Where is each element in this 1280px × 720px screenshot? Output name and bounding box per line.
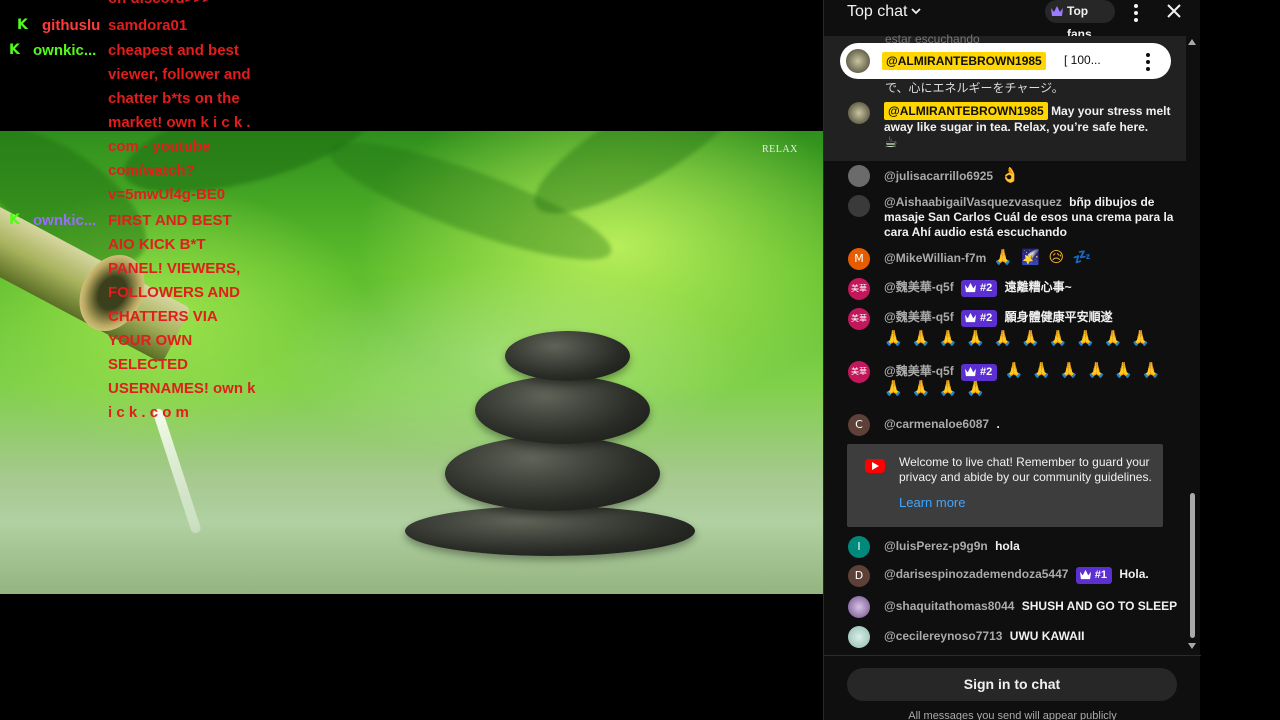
crown-icon (965, 282, 977, 293)
message-text: . (996, 417, 1000, 431)
message-text: 遠離糟心事~ (1004, 280, 1072, 294)
message-body: @AishaabigailVasquezvasquez bñp dibujos … (884, 195, 1178, 240)
avatar (848, 195, 870, 217)
message-body: @魏美華-q5f #2 🙏 🙏 🙏 🙏 🙏 🙏 🙏 🙏 🙏 🙏 (884, 363, 1178, 397)
zen-stone (445, 436, 660, 511)
message-author[interactable]: @shaquitathomas8044 (884, 599, 1014, 613)
channel-logo: RELAX (762, 144, 798, 155)
avatar (848, 165, 870, 187)
pinned-author[interactable]: @ALMIRANTEBROWN1985 (882, 52, 1046, 70)
kick-icon: K (9, 212, 20, 228)
zen-stone (505, 331, 630, 381)
chevron-down-icon[interactable] (910, 5, 922, 17)
message-body: @魏美華-q5f #2 遠離糟心事~ (884, 280, 1178, 297)
praying-hands-icon: 🙏 🙏 🙏 🙏 🙏 🙏 🙏 🙏 🙏 🙏 (884, 329, 1152, 347)
kick-icon: K (17, 17, 28, 33)
live-chat-panel: Top chat Top fans estar escuchando で、心にエ… (823, 0, 1201, 720)
rank-badge: #2 (961, 364, 998, 381)
overlay-username: ownkic... (33, 42, 97, 59)
avatar: D (848, 565, 870, 587)
faded-message-text: で、心にエネルギーをチャージ。 (885, 81, 1064, 95)
scroll-up-icon[interactable] (1188, 39, 1196, 45)
close-icon[interactable] (1164, 1, 1184, 21)
more-options-icon[interactable] (1134, 4, 1138, 25)
message-author[interactable]: @carmenaloe6087 (884, 417, 989, 431)
crown-icon (965, 366, 977, 377)
footer-note: All messages you send will appear public… (908, 710, 1117, 720)
avatar: 美華 (848, 361, 870, 383)
rank-label: #2 (980, 282, 993, 294)
message-body: @shaquitathomas8044 SHUSH AND GO TO SLEE… (884, 599, 1178, 614)
emoji-group: 🙏 🌠 😥 💤 (993, 248, 1094, 266)
crown-icon (1079, 569, 1091, 580)
message-text: hola (995, 539, 1020, 553)
message-author[interactable]: @cecilereynoso7713 (884, 629, 1002, 643)
message-author[interactable]: @MikeWillian-f7m (884, 251, 986, 265)
avatar (848, 626, 870, 648)
rank-label: #2 (980, 366, 993, 378)
kick-icon: K (9, 42, 20, 58)
overlay-message-partial: on discord>>> (108, 0, 258, 11)
message-author[interactable]: @魏美華-q5f (884, 280, 954, 294)
message-text: UWU KAWAII (1009, 629, 1085, 643)
overlay-message: cheapest and best viewer, follower and c… (108, 42, 251, 203)
overlay-message: samdora01 (108, 17, 188, 34)
pinned-preview: [ 100... (1064, 53, 1101, 67)
learn-more-link[interactable]: Learn more (899, 495, 965, 510)
rank-badge: #2 (961, 280, 998, 297)
avatar: C (848, 414, 870, 436)
sign-in-button[interactable]: Sign in to chat (847, 668, 1177, 701)
avatar (848, 102, 870, 124)
crown-icon (965, 312, 977, 323)
avatar: 美華 (848, 308, 870, 330)
welcome-text: Welcome to live chat! Remember to guard … (899, 455, 1152, 484)
avatar (846, 49, 870, 73)
cup-icon: ☕ (884, 133, 900, 151)
zen-stone (475, 376, 650, 444)
message-body: @魏美華-q5f #2 願身體健康平安順遂 🙏 🙏 🙏 🙏 🙏 🙏 🙏 🙏 🙏 … (884, 310, 1178, 346)
rank-label: #1 (1094, 569, 1108, 581)
zen-stone (405, 506, 695, 556)
overlay-message: FIRST AND BEST AIO KICK B*T PANEL! VIEWE… (108, 212, 256, 421)
message-body: @ALMIRANTEBROWN1985 May your stress melt… (884, 102, 1178, 150)
ok-hand-icon: 👌 (1000, 166, 1022, 184)
top-fans-button[interactable]: Top fans (1045, 0, 1115, 41)
message-body: @darisespinozademendoza5447 #1 Hola. (884, 567, 1178, 584)
message-body: @cecilereynoso7713 UWU KAWAII (884, 629, 1178, 644)
avatar: 美華 (848, 278, 870, 300)
message-text: Hola. (1119, 567, 1149, 581)
divider (824, 655, 1201, 656)
message-author[interactable]: @魏美華-q5f (884, 310, 954, 324)
avatar: M (848, 248, 870, 270)
message-author[interactable]: @julisacarrillo6925 (884, 169, 993, 183)
overlay-username: ownkic... (33, 212, 97, 229)
youtube-icon (865, 459, 885, 473)
message-body: @julisacarrillo6925 👌 (884, 168, 1178, 184)
avatar: I (848, 536, 870, 558)
avatar (848, 596, 870, 618)
rank-badge: #1 (1075, 567, 1113, 584)
rank-label: #2 (980, 312, 993, 324)
chat-mode-selector[interactable]: Top chat (847, 3, 907, 21)
message-author[interactable]: @luisPerez-p9g9n (884, 539, 988, 553)
chat-scrollbar[interactable] (1186, 36, 1198, 650)
message-author[interactable]: @AishaabigailVasquezvasquez (884, 195, 1062, 209)
message-body: @MikeWillian-f7m 🙏 🌠 😥 💤 (884, 250, 1178, 266)
pinned-banner[interactable]: @ALMIRANTEBROWN1985 [ 100... (840, 43, 1171, 79)
more-options-icon[interactable] (1146, 53, 1150, 74)
message-body: @luisPerez-p9g9n hola (884, 539, 1178, 554)
welcome-card: Welcome to live chat! Remember to guard … (847, 444, 1163, 527)
rank-badge: #2 (961, 310, 998, 327)
message-text: 願身體健康平安順遂 (1004, 310, 1113, 324)
crown-icon (1051, 6, 1063, 16)
scroll-thumb[interactable] (1190, 493, 1195, 638)
message-text: SHUSH AND GO TO SLEEP (1021, 599, 1178, 613)
message-author[interactable]: @darisespinozademendoza5447 (884, 567, 1068, 581)
message-body: @carmenaloe6087 . (884, 417, 1178, 432)
message-author[interactable]: @魏美華-q5f (884, 364, 954, 378)
message-author[interactable]: @ALMIRANTEBROWN1985 (884, 102, 1048, 120)
chat-header: Top chat Top fans (824, 0, 1200, 41)
scroll-down-icon[interactable] (1188, 643, 1196, 649)
overlay-username: githuslu (42, 17, 101, 34)
